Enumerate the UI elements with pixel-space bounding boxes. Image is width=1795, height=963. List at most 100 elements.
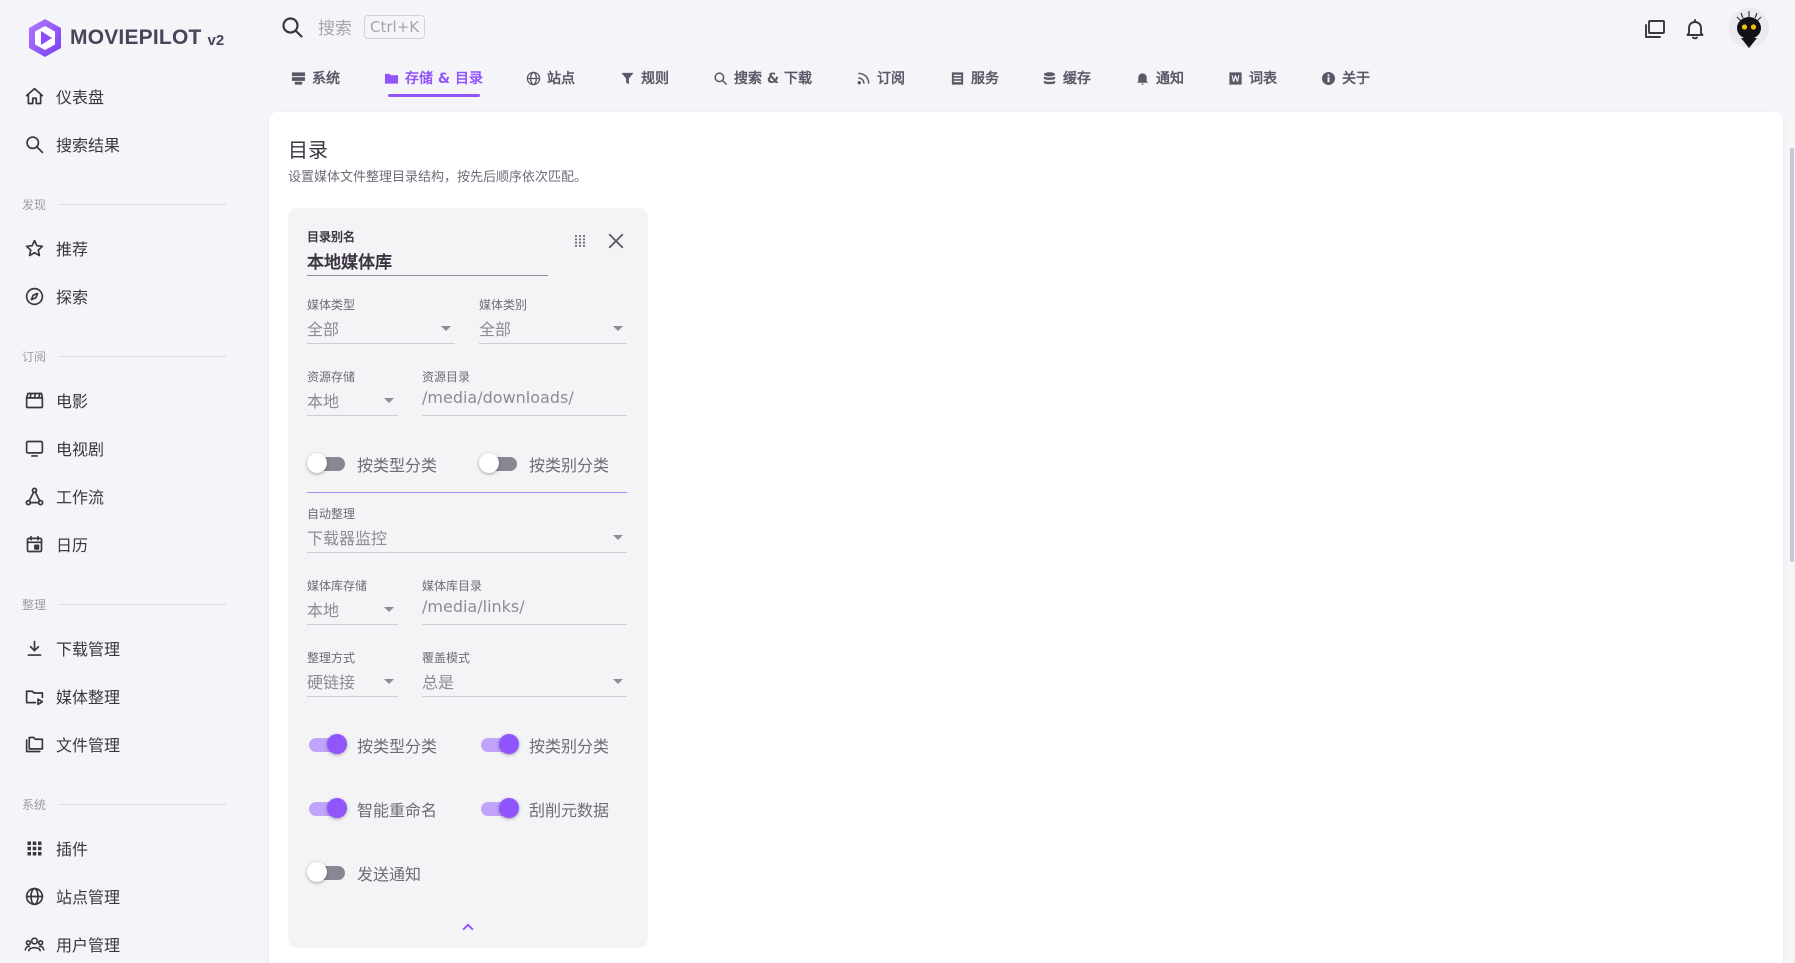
tab-notifications[interactable]: 通知 [1134, 58, 1184, 98]
sidebar-item-plugins[interactable]: 插件 [0, 828, 236, 868]
source-storage-select[interactable]: 资源存储 本地 [307, 368, 398, 416]
sidebar-item-movies[interactable]: 电影 [0, 380, 236, 420]
transfer-mode-select[interactable]: 整理方式 硬链接 [307, 649, 398, 697]
tab-sites[interactable]: 站点 [525, 58, 575, 98]
movie-clapper-icon [23, 389, 45, 411]
scrape-metadata-switch[interactable]: 刮削元数据 [481, 797, 609, 821]
sidebar-item-label: 下载管理 [56, 640, 121, 659]
directory-alias-field[interactable]: 目录别名 本地媒体库 [307, 228, 548, 276]
download-icon [23, 637, 45, 659]
sidebar-item-label: 站点管理 [56, 888, 121, 907]
folder-play-icon [23, 685, 45, 707]
chevron-up-icon [462, 923, 474, 931]
source-directory-input[interactable]: 资源目录 /media/downloads/ [422, 368, 627, 416]
monitor-icon [23, 437, 45, 459]
tab-storage-directory[interactable]: 存储 & 目录 [383, 58, 483, 98]
directory-alias-value: 本地媒体库 [307, 253, 392, 273]
sidebar-item-label: 插件 [56, 840, 89, 859]
smart-rename-switch[interactable]: 智能重命名 [309, 797, 437, 821]
media-type-select[interactable]: 媒体类型 全部 [307, 296, 455, 344]
library-classify-by-type-switch[interactable]: 按类型分类 [309, 733, 437, 757]
sidebar-item-explore[interactable]: 探索 [0, 276, 236, 316]
sidebar-item-recommend[interactable]: 推荐 [0, 228, 236, 268]
avatar-icon [1729, 8, 1769, 48]
chevron-down-icon [441, 326, 451, 331]
tab-subscribe[interactable]: 订阅 [855, 58, 905, 98]
sidebar-section-subscribe: 订阅 [22, 348, 226, 365]
rss-icon [855, 70, 871, 86]
windows-icon [1645, 20, 1665, 38]
page-subtitle: 设置媒体文件整理目录结构，按先后顺序依次匹配。 [288, 170, 588, 185]
global-search[interactable]: 搜索 Ctrl+K [280, 14, 426, 39]
sidebar-item-tv[interactable]: 电视剧 [0, 428, 236, 468]
close-icon [608, 233, 624, 249]
filter-icon [619, 70, 635, 86]
sidebar-item-workflow[interactable]: 工作流 [0, 476, 236, 516]
auto-organize-select[interactable]: 自动整理 下载器监控 [307, 505, 627, 553]
apps-grid-icon [23, 837, 45, 859]
tab-about[interactable]: 关于 [1320, 58, 1370, 98]
tab-services[interactable]: 服务 [949, 58, 999, 98]
tab-cache[interactable]: 缓存 [1041, 58, 1091, 98]
sidebar-item-label: 文件管理 [56, 736, 121, 755]
server-icon [290, 70, 306, 86]
app-brand: MOVIEPILOT [70, 26, 202, 49]
sidebar-item-users[interactable]: 用户管理 [0, 924, 236, 963]
calendar-icon [23, 533, 45, 555]
compass-icon [23, 285, 45, 307]
search-icon [712, 70, 728, 86]
moviepilot-logo-icon [29, 19, 61, 57]
library-classify-by-category-switch[interactable]: 按类别分类 [481, 733, 609, 757]
source-classify-by-type-switch[interactable]: 按类型分类 [307, 452, 437, 476]
sidebar-item-search-results[interactable]: 搜索结果 [0, 124, 236, 164]
sidebar-item-label: 工作流 [56, 488, 105, 507]
search-placeholder: 搜索 [318, 19, 352, 39]
search-icon [23, 133, 45, 155]
sidebar-item-label: 媒体整理 [56, 688, 121, 707]
remove-directory-button[interactable] [603, 228, 629, 254]
sidebar-section-discover: 发现 [22, 196, 226, 213]
tab-rules[interactable]: 规则 [619, 58, 669, 98]
sidebar-section-organize: 整理 [22, 596, 226, 613]
tab-system[interactable]: 系统 [290, 58, 340, 98]
notifications-button[interactable] [1680, 14, 1710, 44]
library-directory-input[interactable]: 媒体库目录 /media/links/ [422, 577, 627, 625]
sidebar: MOVIEPILOT v2 仪表盘 搜索结果 发现 推荐 探索 订阅 电影 电视… [0, 0, 252, 963]
switch-window-button[interactable] [1640, 14, 1670, 44]
media-category-select[interactable]: 媒体类别 全部 [479, 296, 627, 344]
sidebar-item-file-manager[interactable]: 文件管理 [0, 724, 236, 764]
sidebar-item-downloads[interactable]: 下载管理 [0, 628, 236, 668]
sidebar-item-calendar[interactable]: 日历 [0, 524, 236, 564]
info-icon [1320, 70, 1336, 86]
sidebar-item-media-organize[interactable]: 媒体整理 [0, 676, 236, 716]
sidebar-item-label: 搜索结果 [56, 136, 121, 155]
library-storage-select[interactable]: 媒体库存储 本地 [307, 577, 398, 625]
collapse-button[interactable] [455, 916, 481, 938]
app-logo[interactable]: MOVIEPILOT v2 [26, 16, 224, 60]
workflow-icon [23, 485, 45, 507]
database-icon [1041, 70, 1057, 86]
chevron-down-icon [613, 326, 623, 331]
folders-icon [23, 733, 45, 755]
globe-icon [525, 70, 541, 86]
drag-handle[interactable] [569, 230, 591, 252]
tab-wordlist[interactable]: 词表 [1227, 58, 1277, 98]
sidebar-item-label: 推荐 [56, 240, 89, 259]
page-scrollbar[interactable] [1790, 148, 1794, 562]
sidebar-item-label: 日历 [56, 536, 89, 555]
source-classify-by-category-switch[interactable]: 按类别分类 [479, 452, 609, 476]
word-icon [1227, 70, 1243, 86]
tab-search-download[interactable]: 搜索 & 下载 [712, 58, 812, 98]
send-notification-switch[interactable]: 发送通知 [307, 861, 421, 885]
sidebar-item-sites[interactable]: 站点管理 [0, 876, 236, 916]
chevron-down-icon [384, 607, 394, 612]
chevron-down-icon [384, 679, 394, 684]
section-divider [307, 492, 627, 493]
bell-icon [1686, 19, 1704, 40]
folder-icon [383, 70, 399, 86]
chevron-down-icon [384, 398, 394, 403]
overwrite-mode-select[interactable]: 覆盖模式 总是 [422, 649, 627, 697]
sidebar-section-system: 系统 [22, 796, 226, 813]
user-avatar[interactable] [1729, 8, 1769, 48]
sidebar-item-dashboard[interactable]: 仪表盘 [0, 76, 236, 116]
